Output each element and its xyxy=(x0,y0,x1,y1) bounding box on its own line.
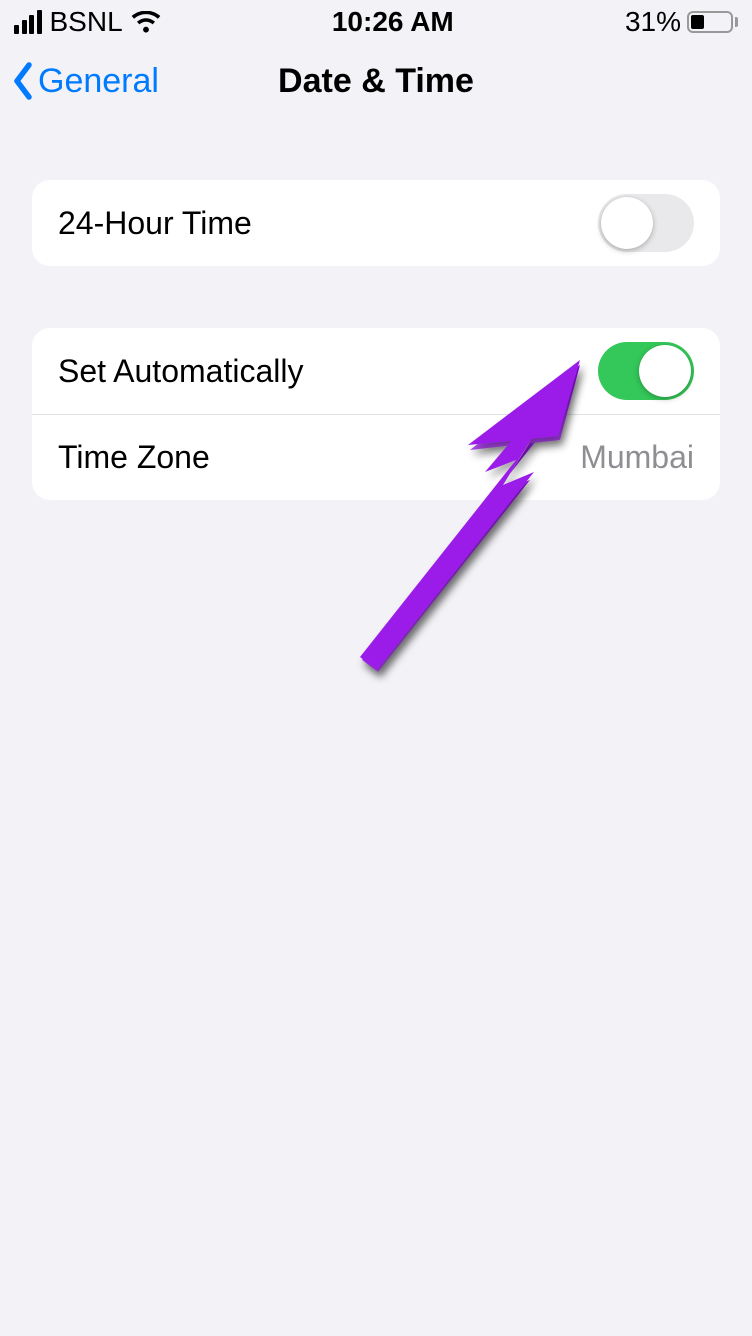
wifi-icon xyxy=(131,11,161,33)
chevron-left-icon xyxy=(10,61,36,101)
battery-percent: 31% xyxy=(625,6,681,38)
cell-signal-icon xyxy=(14,10,42,34)
row-24-hour-time[interactable]: 24-Hour Time xyxy=(32,180,720,266)
status-bar: BSNL 10:26 AM 31% xyxy=(0,0,752,44)
settings-group-display: 24-Hour Time xyxy=(32,180,720,266)
settings-group-auto: Set Automatically Time Zone Mumbai xyxy=(32,328,720,500)
status-left: BSNL xyxy=(14,6,161,38)
row-label: Time Zone xyxy=(58,439,210,476)
status-right: 31% xyxy=(625,6,738,38)
row-set-automatically[interactable]: Set Automatically xyxy=(32,328,720,414)
battery-icon xyxy=(687,11,738,33)
row-time-zone[interactable]: Time Zone Mumbai xyxy=(32,414,720,500)
back-label: General xyxy=(38,62,159,101)
time-zone-value: Mumbai xyxy=(580,439,694,476)
status-time: 10:26 AM xyxy=(332,6,454,38)
carrier-label: BSNL xyxy=(50,6,123,38)
nav-bar: General Date & Time xyxy=(0,44,752,118)
row-label: Set Automatically xyxy=(58,353,303,390)
switch-set-automatically[interactable] xyxy=(598,342,694,400)
back-button[interactable]: General xyxy=(0,61,159,101)
switch-24-hour-time[interactable] xyxy=(598,194,694,252)
row-label: 24-Hour Time xyxy=(58,205,252,242)
